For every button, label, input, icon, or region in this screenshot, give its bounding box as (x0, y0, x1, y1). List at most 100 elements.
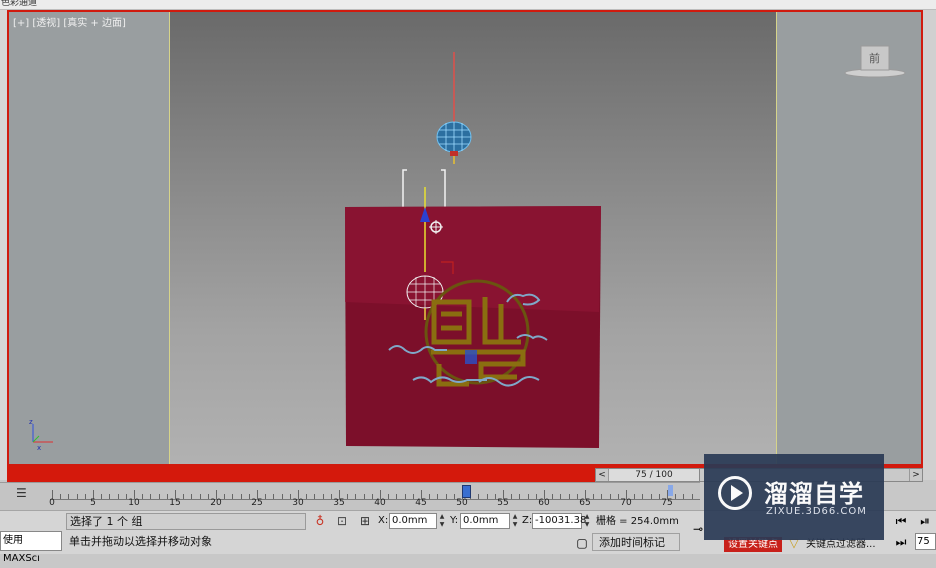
ruler-tick (486, 494, 488, 499)
ruler-tick (355, 494, 357, 499)
ruler-tick (314, 494, 316, 499)
ruler-tick (281, 494, 283, 499)
ruler-tick (601, 494, 603, 499)
ruler-tick (166, 494, 168, 499)
play-icon[interactable]: ⏯ (917, 513, 933, 529)
ruler-tick (125, 494, 127, 499)
ruler-tick (273, 494, 275, 499)
ruler-tick (683, 494, 685, 499)
ruler-tick (535, 494, 537, 499)
ruler-tick (306, 494, 308, 499)
ruler-label: 25 (251, 498, 263, 508)
isolate-icon[interactable]: ♁ (312, 513, 328, 529)
time-slider-next-button[interactable]: > (909, 469, 922, 481)
ruler-tick (117, 494, 119, 499)
ruler-tick (68, 494, 70, 499)
grid-size: 栅格 = 254.0mm (596, 516, 679, 527)
ruler-tick (593, 494, 595, 499)
perspective-viewport[interactable]: [+] [透视] [真实 + 边面] z x 前 (7, 10, 923, 466)
time-tag-icon[interactable]: ▢ (574, 535, 590, 551)
watermark-title: 溜溜自学 (764, 480, 864, 508)
ruler-label: 45 (415, 498, 427, 508)
ruler-label: 65 (579, 498, 591, 508)
ruler-tick (289, 494, 291, 499)
ruler-tick (371, 494, 373, 499)
ruler-tick (142, 494, 144, 499)
ruler-label: 70 (620, 498, 632, 508)
z-coordinate-field[interactable]: -10031.38 (532, 513, 586, 529)
ruler-tick (76, 494, 78, 499)
x-coordinate-field[interactable]: 0.0mm (389, 513, 437, 529)
scene-graphics[interactable]: z x (9, 12, 921, 464)
ruler-tick (412, 494, 414, 499)
lock-icon[interactable]: ⊡ (334, 513, 350, 529)
ruler-label: 60 (538, 498, 550, 508)
ruler-label: 15 (169, 498, 181, 508)
ruler-tick (109, 494, 111, 499)
ruler-label: 0 (49, 498, 55, 508)
ruler-tick (388, 494, 390, 499)
prompt-line: 单击并拖动以选择并移动对象 (69, 535, 212, 548)
x-label: X: (378, 515, 389, 526)
y-spinner[interactable]: ▲ ▼ (511, 513, 519, 529)
ruler-tick (568, 494, 570, 499)
ruler-tick (183, 494, 185, 499)
ruler-tick (527, 494, 529, 499)
watermark: 溜溜自学 ZIXUE.3D66.COM (704, 454, 884, 540)
ruler-label: 55 (497, 498, 509, 508)
current-frame-field[interactable]: 75 (915, 533, 936, 550)
ruler-tick (330, 494, 332, 499)
ruler-tick (658, 494, 660, 499)
ruler-tick (191, 494, 193, 499)
watermark-url: ZIXUE.3D66.COM (766, 506, 867, 517)
keyframe-marker[interactable] (462, 485, 471, 498)
ruler-tick (691, 494, 693, 499)
ruler-tick (322, 494, 324, 499)
ruler-tick (404, 494, 406, 499)
z-label: Z: (522, 515, 533, 526)
ruler-tick (347, 494, 349, 499)
top-lantern (436, 121, 472, 164)
viewcube-face-label[interactable]: 前 (869, 50, 880, 66)
current-frame-marker[interactable] (668, 485, 673, 496)
ruler-tick (60, 494, 62, 499)
ruler-tick (634, 494, 636, 499)
selection-status: 选择了 1 个 组 (66, 513, 306, 530)
x-spinner[interactable]: ▲ ▼ (438, 513, 446, 529)
ruler-tick (224, 494, 226, 499)
absolute-mode-icon[interactable]: ⊞ (357, 513, 373, 529)
svg-text:z: z (29, 418, 33, 426)
ruler-label: 35 (333, 498, 345, 508)
time-slider-prev-button[interactable]: < (596, 469, 609, 481)
ruler-tick (511, 494, 513, 499)
ruler-tick (84, 494, 86, 499)
ruler-tick (248, 494, 250, 499)
y-coordinate-field[interactable]: 0.0mm (460, 513, 510, 529)
maxscript-listener[interactable]: 使用 MAXScı (0, 531, 62, 564)
time-slider-thumb[interactable]: 75 / 100 (609, 469, 700, 481)
selection-brackets-top (402, 169, 446, 208)
time-config-icon[interactable]: ⏭ (893, 534, 909, 550)
left-toolbar-edge (0, 10, 7, 480)
ruler-tick (265, 494, 267, 499)
ruler-tick (453, 494, 455, 499)
ruler-tick (576, 494, 578, 499)
ruler-tick (101, 494, 103, 499)
ruler-tick (158, 494, 160, 499)
ruler-tick (552, 494, 554, 499)
curve-editor-icon[interactable]: ☰ (16, 486, 34, 500)
ruler-tick (396, 494, 398, 499)
svg-text:x: x (37, 444, 41, 452)
ruler-tick (429, 494, 431, 499)
go-to-start-icon[interactable]: ⏮ (893, 513, 909, 529)
title-strip: 色彩通道 (0, 0, 936, 10)
ruler-label: 10 (128, 498, 140, 508)
add-time-tag-button[interactable]: 添加时间标记 (592, 533, 680, 551)
ruler-tick (437, 494, 439, 499)
trackbar[interactable]: ☰ 0 5 10 15 20 25 30 35 40 45 50 55 60 65 70 75 (0, 482, 700, 511)
ruler-label: 5 (90, 498, 96, 508)
z-spinner[interactable]: ▲ ▼ (583, 513, 591, 529)
ruler-label: 75 (661, 498, 673, 508)
ruler-tick (617, 494, 619, 499)
frame-ruler[interactable]: 0 5 10 15 20 25 30 35 40 45 50 55 60 65 70 75 (49, 485, 700, 508)
